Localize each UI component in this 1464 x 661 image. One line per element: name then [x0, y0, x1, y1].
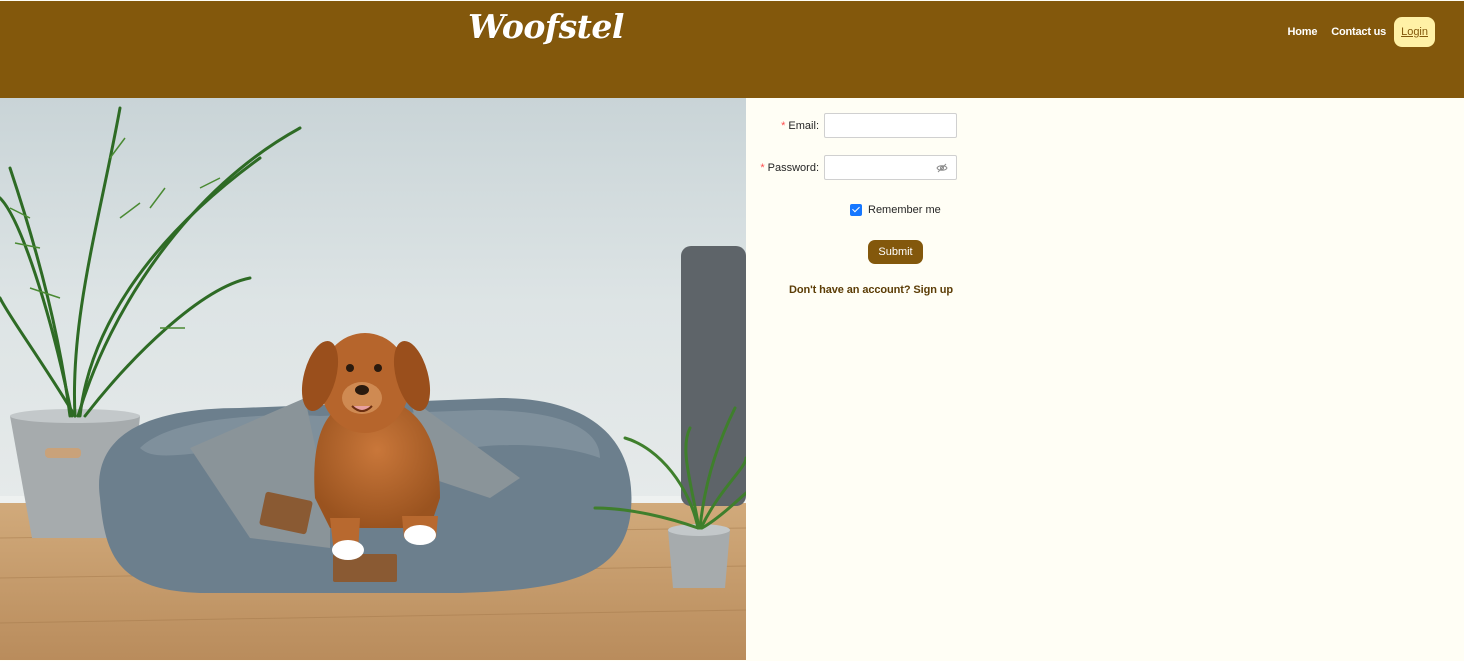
nav-login-button[interactable]: Login [1394, 17, 1435, 47]
remember-label[interactable]: Remember me [868, 204, 941, 216]
eye-invisible-icon[interactable] [936, 162, 948, 174]
signup-prompt: Don't have an account? Sign up [789, 284, 954, 296]
top-header: Woofstel Home Contact us Login [0, 1, 1464, 98]
site-logo[interactable]: Woofstel [468, 7, 624, 46]
password-field[interactable] [824, 155, 957, 180]
sofa-arm [681, 246, 746, 506]
password-row: * Password: [746, 155, 957, 180]
main-nav: Home Contact us Login [1287, 17, 1435, 47]
email-label: * Email: [781, 119, 819, 132]
email-row: * Email: [746, 113, 957, 138]
login-form: * Email: * Password: Remember me Submit Do… [746, 98, 1464, 661]
nav-home-link[interactable]: Home [1287, 26, 1317, 38]
small-pot [668, 530, 730, 588]
nav-contact-link[interactable]: Contact us [1331, 26, 1386, 38]
password-label: * Password: [760, 161, 819, 174]
remember-row: Remember me [850, 204, 941, 216]
email-field[interactable] [824, 113, 957, 138]
submit-button[interactable]: Submit [868, 240, 923, 264]
remember-checkbox[interactable] [850, 204, 862, 216]
hero-illustration [0, 98, 746, 660]
hero-photo [0, 98, 746, 660]
signup-link[interactable]: Sign up [913, 284, 953, 296]
